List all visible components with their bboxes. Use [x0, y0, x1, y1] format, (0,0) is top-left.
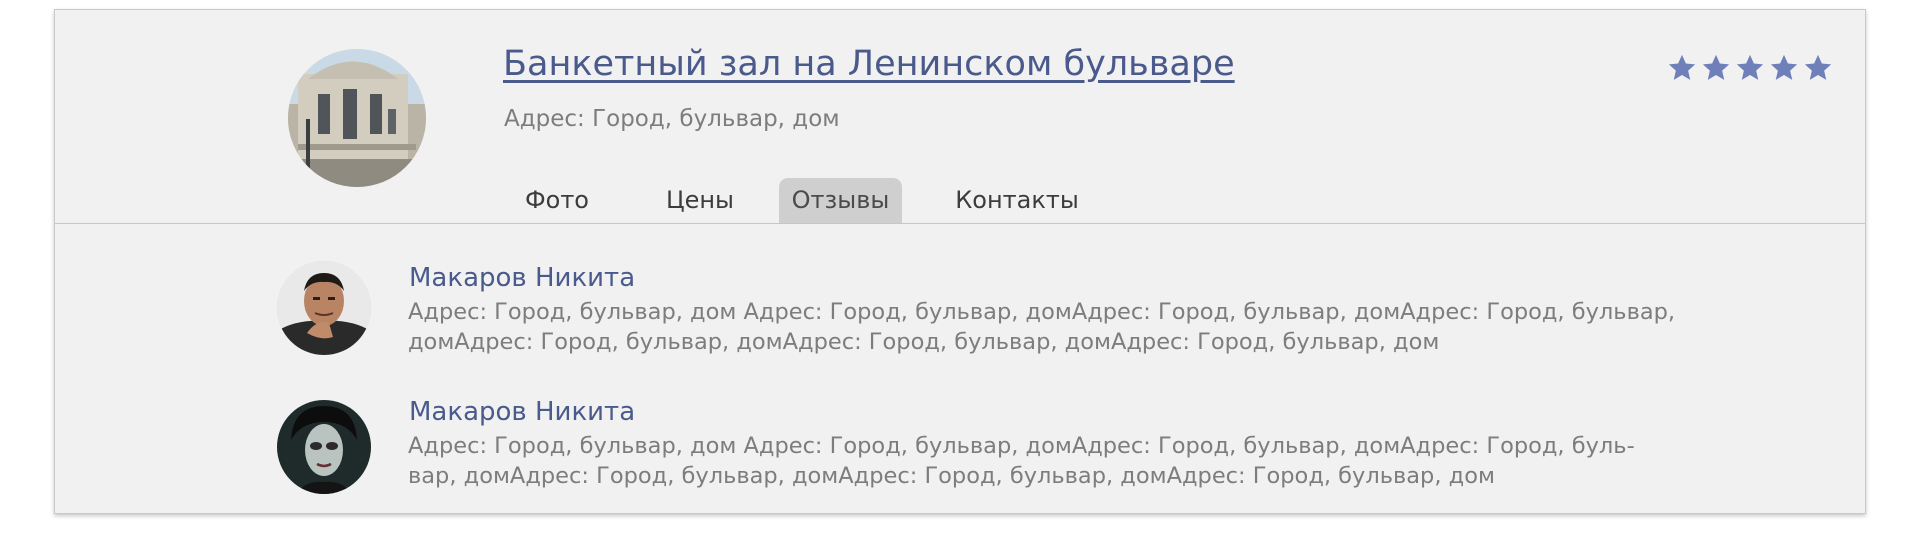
- review-text-line: вар, домАдрес: Город, бульвар, домАдрес:…: [408, 463, 1495, 489]
- review-text-line: домАдрес: Город, бульвар, домАдрес: Горо…: [408, 329, 1440, 355]
- venue-address: Адрес: Город, бульвар, дом: [504, 106, 840, 132]
- star-icon: [1735, 53, 1765, 83]
- tab-contacts[interactable]: Контакты: [952, 178, 1082, 223]
- reviewer-avatar[interactable]: [277, 400, 371, 494]
- venue-header: Банкетный зал на Ленинском бульваре Адре…: [55, 10, 1865, 224]
- tab-reviews[interactable]: Отзывы: [779, 178, 902, 223]
- star-icon: [1667, 53, 1697, 83]
- star-icon: [1803, 53, 1833, 83]
- star-icon: [1769, 53, 1799, 83]
- review-text-line: Адрес: Город, бульвар, дом Адрес: Город,…: [408, 433, 1635, 459]
- tab-photo[interactable]: Фото: [511, 178, 603, 223]
- star-icon: [1701, 53, 1731, 83]
- tab-prices[interactable]: Цены: [653, 178, 747, 223]
- review-text: Адрес: Город, бульвар, дом Адрес: Город,…: [408, 431, 1708, 491]
- reviewer-name[interactable]: Макаров Никита: [409, 263, 635, 293]
- venue-photo[interactable]: [288, 49, 426, 187]
- reviewer-avatar[interactable]: [277, 261, 371, 355]
- rating-stars: [1667, 53, 1833, 83]
- review-text: Адрес: Город, бульвар, дом Адрес: Город,…: [408, 297, 1708, 357]
- venue-card: Банкетный зал на Ленинском бульваре Адре…: [54, 9, 1866, 514]
- reviewer-name[interactable]: Макаров Никита: [409, 397, 635, 427]
- venue-title-link[interactable]: Банкетный зал на Ленинском бульваре: [503, 44, 1235, 84]
- review-text-line: Адрес: Город, бульвар, дом Адрес: Город,…: [408, 299, 1676, 325]
